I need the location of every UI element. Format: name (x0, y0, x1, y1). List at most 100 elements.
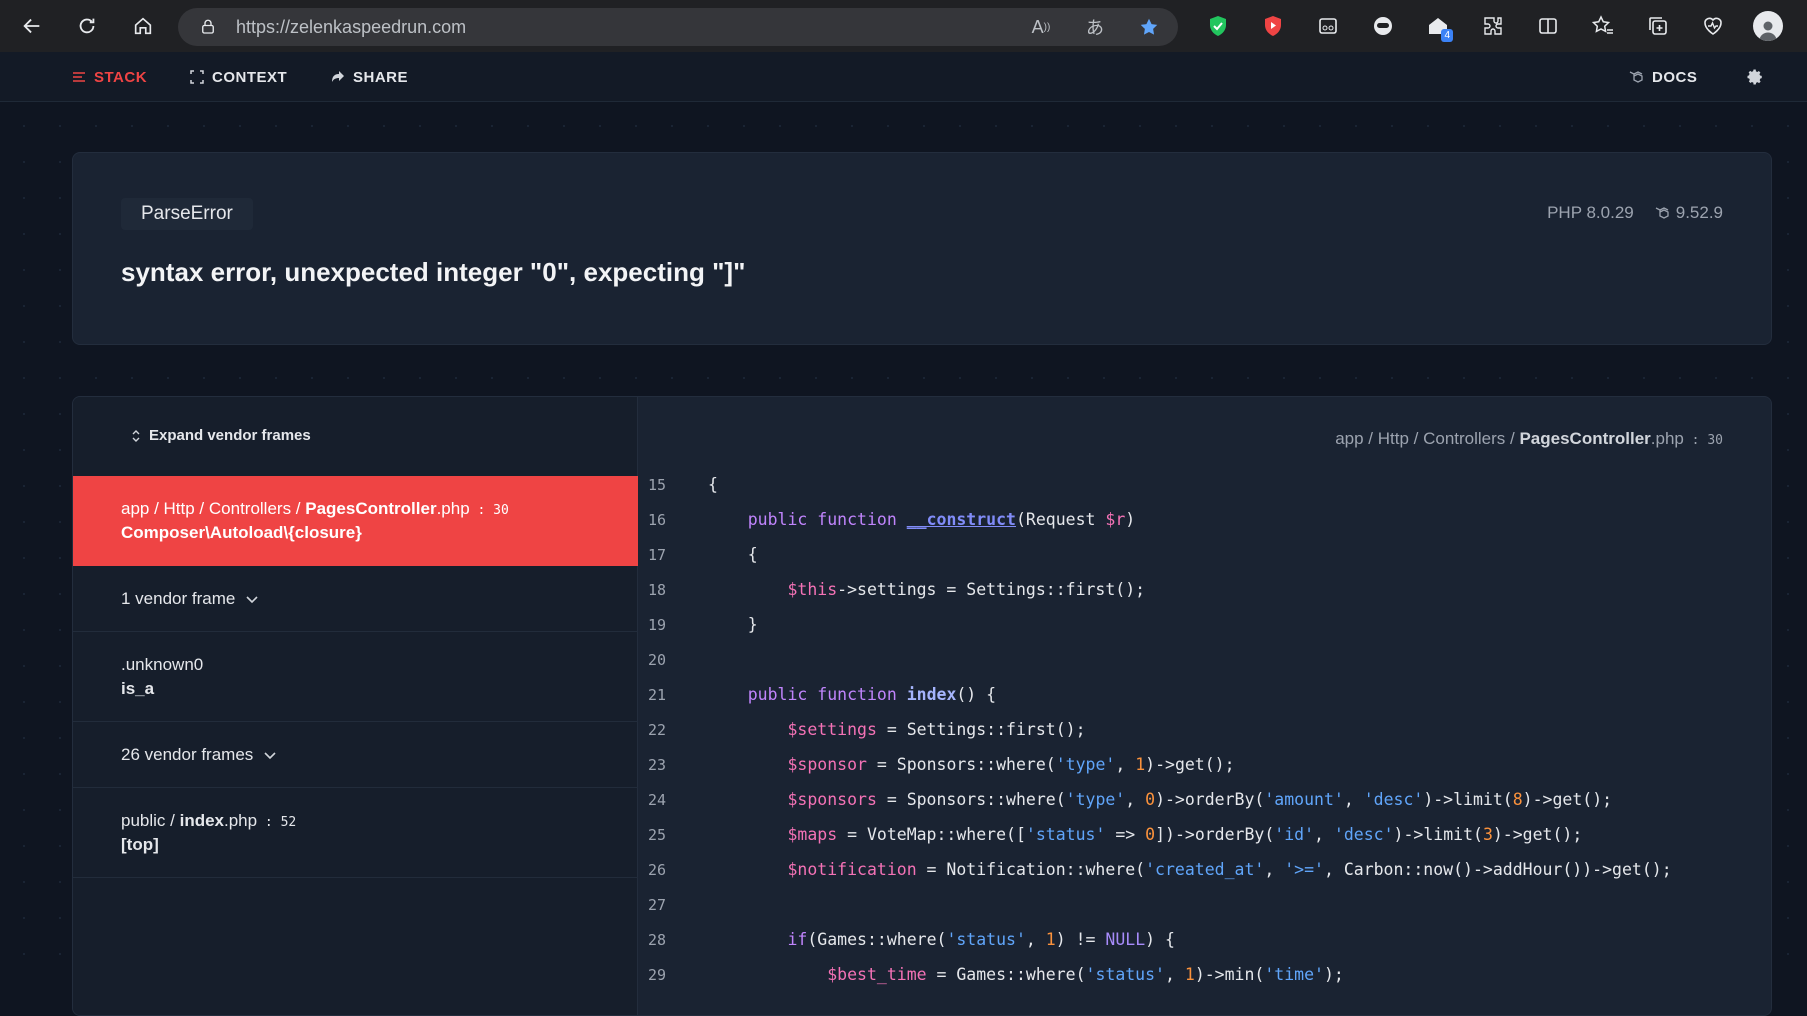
line-number: 25 (648, 825, 667, 844)
code-line: 18 $this->settings = Settings::first(); (638, 572, 1771, 607)
frame-unknown[interactable]: .unknown0 is_a (73, 632, 638, 722)
code-source: $notification = Notification::where('cre… (787, 860, 1672, 879)
collections-icon[interactable] (1630, 0, 1685, 52)
code-line: 29 $best_time = Games::where('status', 1… (638, 957, 1771, 992)
home-extension-icon[interactable]: 4 (1410, 0, 1465, 52)
home-icon (134, 17, 152, 35)
code-source: $maps = VoteMap::where(['status' => 0])-… (787, 825, 1583, 844)
version-info: PHP 8.0.29 9.52.9 (1547, 203, 1723, 223)
translate-icon[interactable]: あ (1076, 8, 1114, 46)
code-line: 26 $notification = Notification::where('… (638, 852, 1771, 887)
vendor-frames-label: 26 vendor frames (121, 744, 254, 764)
line-number: 28 (648, 930, 667, 949)
stack-panel: Expand vendor frames app / Http / Contro… (72, 396, 1772, 1016)
frames-list: Expand vendor frames app / Http / Contro… (73, 397, 638, 1015)
settings-button[interactable] (1746, 52, 1764, 102)
chevron-down-icon (264, 751, 276, 759)
app-nav: STACK CONTEXT SHARE DOCS (0, 52, 1807, 102)
frame-line: : 52 (257, 814, 297, 830)
code-source: $best_time = Games::where('status', 1)->… (827, 965, 1344, 984)
expand-vendor-label: Expand vendor frames (149, 427, 311, 444)
laravel-version-group: 9.52.9 (1654, 203, 1723, 223)
code-source: $this->settings = Settings::first(); (787, 580, 1146, 599)
frame-path: public / index.php : 52 (121, 811, 638, 831)
favorites-icon[interactable] (1575, 0, 1630, 52)
reader-extension-icon[interactable] (1300, 0, 1355, 52)
frame-file: PagesController (305, 499, 437, 518)
code-source: { (708, 475, 718, 494)
line-number: 15 (648, 475, 667, 494)
vendor-frames-toggle-1[interactable]: 1 vendor frame (73, 566, 638, 632)
profile-button[interactable] (1740, 0, 1795, 52)
code-source: if(Games::where('status', 1) != NULL) { (787, 930, 1175, 949)
home-button[interactable] (116, 0, 170, 52)
code-lines: 15 { 16 public function __construct(Reque… (638, 467, 1771, 992)
line-number: 27 (648, 895, 667, 914)
frame-path: .unknown0 (121, 654, 204, 674)
avatar-icon (1752, 11, 1783, 41)
laravel-version: 9.52.9 (1675, 203, 1723, 222)
vendor-frames-label: 1 vendor frame (121, 588, 236, 608)
code-source: $sponsor = Sponsors::where('type', 1)->g… (787, 755, 1235, 774)
error-card: ParseError PHP 8.0.29 9.52.9 syntax erro… (72, 152, 1772, 345)
code-viewer: app / Http / Controllers / PagesControll… (638, 397, 1771, 1015)
code-source: { (708, 545, 758, 564)
adblock-shield-icon[interactable] (1190, 0, 1245, 52)
code-line: 25 $maps = VoteMap::where(['status' => 0… (638, 817, 1771, 852)
code-source: } (708, 615, 758, 634)
frame-file: index (179, 810, 224, 830)
nav-context-label: CONTEXT (212, 68, 288, 86)
line-number: 20 (648, 650, 667, 669)
youtube-extension-icon[interactable] (1245, 0, 1300, 52)
frame-ext: .php (436, 499, 470, 518)
extensions-puzzle-icon[interactable] (1465, 0, 1520, 52)
read-aloud-icon[interactable]: A)) (1022, 8, 1060, 46)
gear-icon (1747, 69, 1762, 85)
nav-context[interactable]: CONTEXT (190, 52, 287, 102)
frame-selected[interactable]: app / Http / Controllers / PagesControll… (73, 476, 638, 566)
frame-public-index[interactable]: public / index.php : 52 [top] (73, 788, 638, 878)
code-line: 24 $sponsors = Sponsors::where('type', 0… (638, 782, 1771, 817)
code-file-prefix: app / Http / Controllers / (1335, 429, 1520, 448)
address-bar[interactable]: https://zelenkaspeedrun.com A)) あ (178, 8, 1178, 46)
line-number: 17 (648, 545, 667, 564)
laravel-icon (1655, 207, 1669, 219)
php-version: PHP 8.0.29 (1547, 203, 1634, 222)
frame-path: app / Http / Controllers / PagesControll… (121, 499, 638, 519)
code-line: 28 if(Games::where('status', 1) != NULL)… (638, 922, 1771, 957)
code-file-name: PagesController (1519, 429, 1651, 448)
browser-essentials-icon[interactable] (1685, 0, 1740, 52)
frame-line: : 30 (469, 503, 509, 518)
code-line: 20 (638, 642, 1771, 677)
expand-corners-icon (190, 70, 204, 84)
code-source: public function __construct(Request $r) (747, 510, 1136, 529)
frame-ext: .php (224, 810, 258, 830)
line-number: 18 (648, 580, 667, 599)
line-number: 23 (648, 755, 667, 774)
back-button[interactable] (5, 0, 59, 52)
line-number: 16 (648, 510, 667, 529)
nav-share[interactable]: SHARE (331, 52, 408, 102)
split-screen-icon[interactable] (1520, 0, 1575, 52)
reload-button[interactable] (60, 0, 114, 52)
vendor-frames-toggle-26[interactable]: 26 vendor frames (73, 722, 638, 788)
favorite-star-icon[interactable] (1130, 8, 1168, 46)
code-line: 17 { (638, 537, 1771, 572)
reload-icon (79, 18, 95, 34)
code-source: $sponsors = Sponsors::where('type', 0)->… (787, 790, 1613, 809)
mask-extension-icon[interactable] (1355, 0, 1410, 52)
url-text[interactable]: https://zelenkaspeedrun.com (236, 17, 466, 38)
frame-function: [top] (121, 834, 159, 854)
line-number: 22 (648, 720, 667, 739)
line-number: 29 (648, 965, 667, 984)
nav-stack[interactable]: STACK (72, 52, 147, 102)
stack-icon (73, 72, 85, 82)
expand-vendor-frames-button[interactable]: Expand vendor frames (131, 427, 311, 444)
code-line: 19 } (638, 607, 1771, 642)
line-number: 26 (648, 860, 667, 879)
code-line: 15 { (638, 467, 1771, 502)
nav-docs[interactable]: DOCS (1628, 52, 1697, 102)
arrow-left-icon (23, 18, 40, 34)
browser-toolbar: https://zelenkaspeedrun.com A)) あ 4 (0, 0, 1807, 52)
code-file-path[interactable]: app / Http / Controllers / PagesControll… (1335, 429, 1723, 449)
